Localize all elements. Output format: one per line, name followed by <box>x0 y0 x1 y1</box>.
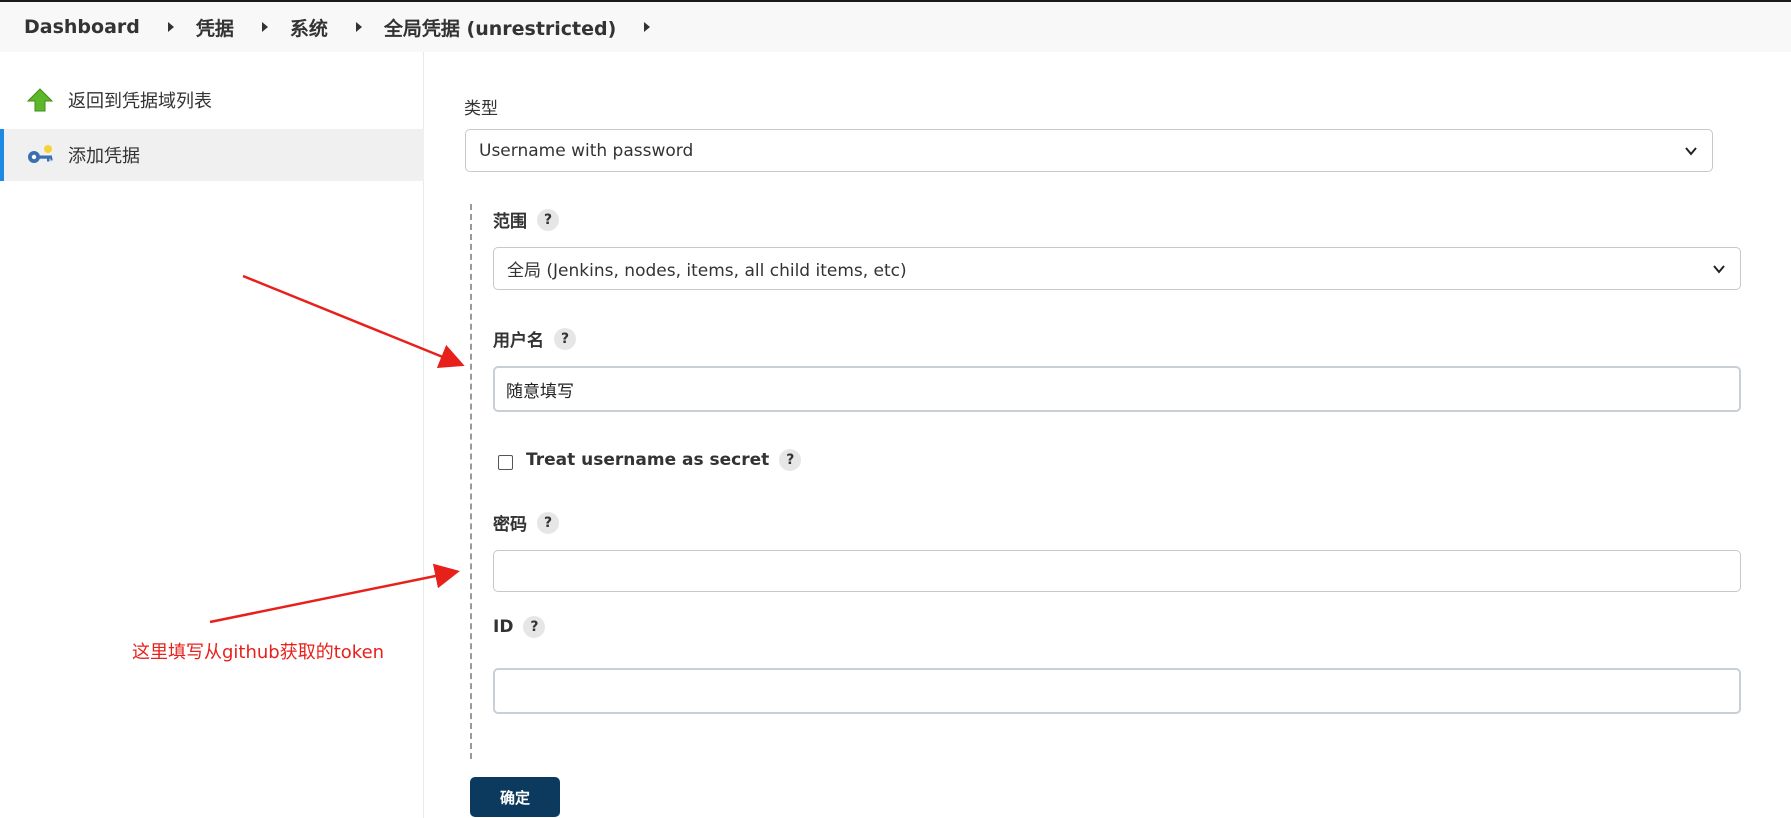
sidebar-item-back-to-domains[interactable]: 返回到凭据域列表 <box>0 74 424 126</box>
breadcrumb: Dashboard 凭据 系统 全局凭据 (unrestricted) <box>0 2 1791 52</box>
scope-label: 范围 ? <box>493 207 559 232</box>
id-input[interactable] <box>493 668 1741 714</box>
chevron-down-icon <box>1685 147 1697 156</box>
scope-label-text: 范围 <box>493 212 527 232</box>
scope-help-icon[interactable]: ? <box>537 208 559 231</box>
password-input[interactable] <box>493 550 1741 592</box>
breadcrumb-system[interactable]: 系统 <box>290 14 328 41</box>
breadcrumb-separator-icon[interactable] <box>167 22 174 32</box>
kind-select-value: Username with password <box>479 140 694 161</box>
username-help-icon[interactable]: ? <box>554 327 576 350</box>
username-label: 用户名 ? <box>493 326 576 351</box>
password-label: 密码 ? <box>493 510 559 535</box>
breadcrumb-dashboard[interactable]: Dashboard <box>24 16 140 38</box>
sidebar-item-label: 返回到凭据域列表 <box>68 91 212 112</box>
scope-select-value: 全局 (Jenkins, nodes, items, all child ite… <box>507 261 907 281</box>
id-label-text: ID <box>493 617 514 637</box>
breadcrumb-global-credentials[interactable]: 全局凭据 (unrestricted) <box>384 14 616 41</box>
password-help-icon[interactable]: ? <box>537 511 559 534</box>
treat-username-secret-text: Treat username as secret <box>526 450 770 470</box>
id-label: ID ? <box>493 616 546 638</box>
chevron-down-icon <box>1713 265 1725 274</box>
kind-select[interactable]: Username with password <box>465 129 1713 172</box>
key-icon <box>26 141 54 169</box>
scope-select[interactable]: 全局 (Jenkins, nodes, items, all child ite… <box>493 247 1741 290</box>
side-panel: 返回到凭据域列表 添加凭据 <box>0 52 424 818</box>
breadcrumb-separator-icon[interactable] <box>644 22 651 32</box>
username-input-value: 随意填写 <box>506 381 574 402</box>
annotation-note: 这里填写从github获取的token <box>132 642 385 663</box>
credential-form: 类型 Username with password 范围 ? 全局 (Jenki… <box>425 52 1791 818</box>
password-label-text: 密码 <box>493 515 527 535</box>
breadcrumb-separator-icon[interactable] <box>355 22 362 32</box>
sidebar-item-label: 添加凭据 <box>68 146 140 167</box>
username-label-text: 用户名 <box>493 331 544 351</box>
breadcrumb-credentials[interactable]: 凭据 <box>196 14 234 41</box>
breadcrumb-separator-icon[interactable] <box>261 22 268 32</box>
sidebar-item-add-credentials[interactable]: 添加凭据 <box>0 129 424 181</box>
id-help-icon[interactable]: ? <box>523 616 546 638</box>
kind-label: 类型 <box>464 99 498 119</box>
username-input[interactable]: 随意填写 <box>493 366 1741 412</box>
nested-section-border <box>470 204 472 759</box>
treat-username-secret-label: Treat username as secret ? <box>526 449 802 471</box>
treat-secret-help-icon[interactable]: ? <box>779 449 802 471</box>
submit-button[interactable]: 确定 <box>470 777 560 817</box>
up-arrow-icon <box>26 86 54 114</box>
treat-username-secret-checkbox[interactable] <box>498 455 513 470</box>
